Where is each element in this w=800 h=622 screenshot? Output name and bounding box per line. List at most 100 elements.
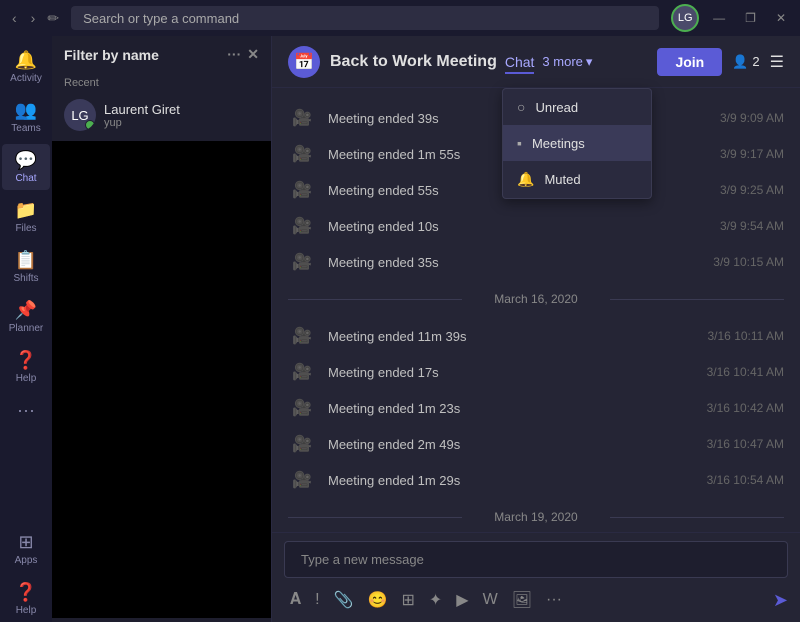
format-text-button[interactable]: 𝐀 (284, 587, 307, 613)
nav-buttons: ‹ › (8, 8, 39, 28)
help-icon: ❓ (15, 350, 37, 371)
minimize-button[interactable]: — (707, 9, 731, 27)
message-toolbar: 𝐀 ! 📎 😊 ⊞ ✦ ▶ W 🖼 ··· ➤ (272, 582, 800, 622)
help2-icon: ❓ (15, 582, 37, 603)
message-text: Meeting ended 35s (328, 255, 701, 270)
search-bar[interactable]: Search or type a command (71, 6, 659, 30)
contact-info: Laurent Giret yup (104, 102, 180, 129)
more-tabs-button[interactable]: 3 more ▾ (542, 54, 592, 70)
filter-dropdown: ○ Unread ▪ Meetings 🔔 Muted (502, 88, 652, 199)
dropdown-item-muted[interactable]: 🔔 Muted (503, 161, 651, 198)
compose-icon[interactable]: ✏ (47, 10, 59, 27)
message-time: 3/16 10:42 AM (707, 401, 784, 415)
contact-name: Laurent Giret (104, 102, 180, 117)
video-call-icon: 🎥 (288, 104, 316, 132)
sidebar-item-teams-label: Teams (11, 123, 40, 134)
message-row: 🎥 Meeting ended 2m 49s 3/16 10:47 AM (288, 426, 784, 462)
message-input[interactable]: Type a new message (284, 541, 788, 578)
emoji-button[interactable]: 😊 (362, 586, 394, 614)
message-time: 3/9 9:25 AM (720, 183, 784, 197)
whiteboard-button[interactable]: W (477, 587, 504, 613)
sidebar-item-files[interactable]: 📁 Files (2, 194, 50, 240)
sidebar-item-help2-label: Help (16, 605, 37, 616)
user-avatar[interactable]: LG (671, 4, 699, 32)
video-call-icon: 🎥 (288, 212, 316, 240)
contact-avatar: LG (64, 99, 96, 131)
meeting-icon: 📅 (288, 46, 320, 78)
apps-tool-button[interactable]: ⊞ (395, 586, 420, 614)
dropdown-label-muted: Muted (544, 172, 580, 187)
back-button[interactable]: ‹ (8, 8, 21, 28)
sidebar-item-more[interactable]: ··· (2, 394, 50, 427)
title-bar-right: LG — ❐ ✕ (671, 4, 792, 32)
message-row: 🎥 Meeting ended 11m 39s 3/16 10:11 AM (288, 318, 784, 354)
message-text: Meeting ended 11m 39s (328, 329, 696, 344)
sidebar-item-help[interactable]: ❓ Help (2, 344, 50, 390)
dropdown-label-unread: Unread (535, 100, 578, 115)
participants-button[interactable]: 👤 2 (732, 54, 759, 70)
message-row: 🎥 Meeting ended 10s 3/9 9:54 AM (288, 208, 784, 244)
panel-close-button[interactable]: ✕ (247, 46, 259, 63)
message-time: 3/9 9:17 AM (720, 147, 784, 161)
message-row: 🎥 Meeting ended 1m 29s 3/16 10:54 AM (288, 462, 784, 498)
files-icon: 📁 (15, 200, 37, 221)
overflow-menu-icon[interactable]: ☰ (770, 52, 784, 72)
message-time: 3/9 9:09 AM (720, 111, 784, 125)
message-row: 🎥 Meeting ended 35s 3/9 10:15 AM (288, 244, 784, 280)
attach-button[interactable]: 📎 (328, 586, 360, 614)
dropdown-label-meetings: Meetings (532, 136, 585, 151)
sidebar-item-chat[interactable]: 💬 Chat (2, 144, 50, 190)
more-tools-button[interactable]: ··· (540, 587, 568, 613)
message-text: Meeting ended 10s (328, 219, 708, 234)
sidebar-item-help2[interactable]: ❓ Help (2, 576, 50, 622)
schedule-button[interactable]: ▶ (450, 586, 474, 614)
more-icon: ··· (17, 400, 35, 421)
sticker-button[interactable]: ✦ (423, 586, 448, 614)
dropdown-item-unread[interactable]: ○ Unread (503, 89, 651, 125)
chat-tab[interactable]: Chat (505, 54, 535, 70)
meeting-title: Back to Work Meeting (330, 53, 497, 71)
dropdown-item-meetings[interactable]: ▪ Meetings (503, 125, 651, 161)
sidebar-item-apps[interactable]: ⊞ Apps (2, 526, 50, 572)
participants-count: 2 (752, 54, 759, 69)
sidebar-item-shifts[interactable]: 📋 Shifts (2, 244, 50, 290)
video-call-icon: 🎥 (288, 394, 316, 422)
chevron-down-icon: ▾ (586, 54, 593, 70)
sidebar-item-activity[interactable]: 🔔 Activity (2, 44, 50, 90)
message-time: 3/9 9:54 AM (720, 219, 784, 233)
message-time: 3/16 10:11 AM (708, 329, 785, 343)
teams-icon: 👥 (15, 100, 37, 121)
message-text: Meeting ended 1m 29s (328, 473, 695, 488)
main-content: 📅 Back to Work Meeting Chat 3 more ▾ Joi… (272, 36, 800, 622)
sidebar-item-shifts-label: Shifts (13, 273, 38, 284)
send-button[interactable]: ➤ (773, 590, 788, 611)
input-area: Type a new message 𝐀 ! 📎 😊 ⊞ ✦ ▶ W 🖼 ···… (272, 532, 800, 622)
video-call-icon: 🎥 (288, 140, 316, 168)
maximize-button[interactable]: ❐ (739, 9, 762, 27)
panel-more-button[interactable]: ··· (227, 46, 241, 63)
activity-icon: 🔔 (15, 50, 37, 71)
important-button[interactable]: ! (309, 587, 325, 613)
message-row: 🎥 Meeting ended 1m 23s 3/16 10:42 AM (288, 390, 784, 426)
planner-icon: 📌 (15, 300, 37, 321)
contact-item[interactable]: LG Laurent Giret yup (52, 93, 271, 137)
left-sidebar: 🔔 Activity 👥 Teams 💬 Chat 📁 Files 📋 Shif… (0, 36, 52, 622)
sidebar-item-teams[interactable]: 👥 Teams (2, 94, 50, 140)
sidebar-item-planner-label: Planner (9, 323, 43, 334)
panel-header-actions: ··· ✕ (227, 46, 259, 63)
join-button[interactable]: Join (657, 48, 722, 76)
sidebar-item-planner[interactable]: 📌 Planner (2, 294, 50, 340)
meetings-icon: ▪ (517, 135, 522, 151)
message-row: 🎥 Meeting ended 17s 3/16 10:41 AM (288, 354, 784, 390)
sidebar-item-files-label: Files (15, 223, 36, 234)
close-button[interactable]: ✕ (770, 9, 792, 27)
recent-label: Recent (52, 73, 271, 93)
image-button[interactable]: 🖼 (506, 586, 538, 614)
forward-button[interactable]: › (27, 8, 40, 28)
thumbnail-area (52, 141, 271, 618)
panel-header: Filter by name ··· ✕ (52, 36, 271, 73)
main-layout: 🔔 Activity 👥 Teams 💬 Chat 📁 Files 📋 Shif… (0, 36, 800, 622)
title-bar: ‹ › ✏ Search or type a command LG — ❐ ✕ (0, 0, 800, 36)
sidebar-item-chat-label: Chat (15, 173, 36, 184)
date-divider-march19: March 19, 2020 (288, 510, 784, 524)
